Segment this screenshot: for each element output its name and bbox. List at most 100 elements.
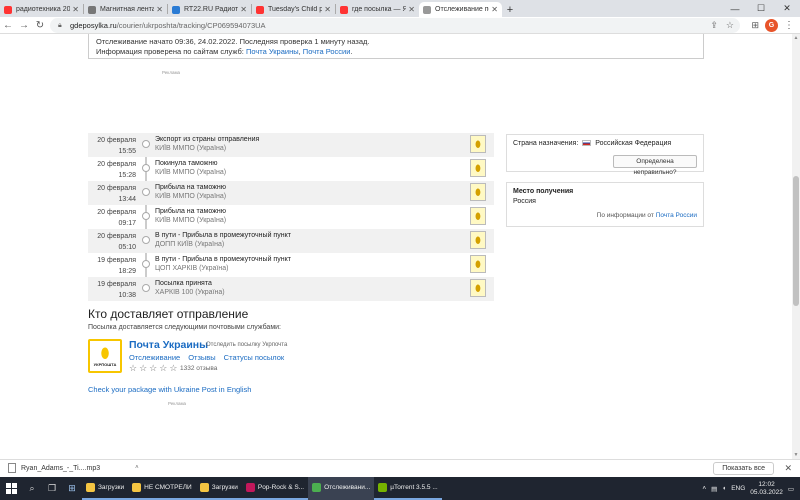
reload-icon[interactable]: ↻ (32, 17, 48, 34)
russia-flag-icon (582, 140, 592, 147)
event-date: 20 февраля (97, 209, 136, 216)
map-pin-icon[interactable]: ⬮ (470, 159, 486, 177)
tab-label: RT22.RU Радиотехника 20 века (184, 6, 239, 13)
close-tab-icon[interactable]: ✕ (72, 5, 79, 14)
close-tab-icon[interactable]: ✕ (408, 5, 415, 14)
event-date: 20 февраля (97, 161, 136, 168)
event-place: КИЇВ ММПО (Україна) (155, 193, 227, 200)
carriers-subtitle: Посылка доставляется следующими почтовым… (88, 324, 281, 331)
avatar[interactable]: G (765, 19, 778, 32)
address-bar[interactable]: 🔒︎ gdeposylka.ru/courier/ukrposhta/track… (50, 18, 740, 33)
chevron-up-icon[interactable]: ˄ (702, 485, 706, 492)
app-label: Pop-Rock & S... (257, 484, 305, 491)
menu-kebab-icon[interactable]: ⋮ (784, 20, 794, 31)
ukrposhta-link[interactable]: Почта Украины (246, 47, 299, 56)
map-pin-icon[interactable]: ⬮ (470, 207, 486, 225)
event-place: ДОПП КИЇВ (Україна) (155, 241, 225, 248)
browser-tab[interactable]: Магнитная лента - Страница 4✕ (84, 2, 167, 17)
yandex-icon (4, 5, 12, 14)
close-tab-icon[interactable]: ✕ (240, 5, 247, 14)
timeline-dot (142, 140, 150, 148)
extension-icon[interactable]: ⊞ (751, 20, 759, 31)
receipt-place-card: Место получения Россия По информации от … (506, 182, 704, 227)
download-item[interactable]: Ryan_Adams_-_Ti....mp3 ˄ (0, 463, 139, 473)
close-tab-icon[interactable]: ✕ (491, 5, 498, 14)
omnibox-actions: ⇪ ☆ (710, 20, 734, 31)
close-download-bar-icon[interactable]: ✕ (784, 463, 792, 474)
close-tab-icon[interactable]: ✕ (156, 5, 163, 14)
scroll-down-icon[interactable]: ▼ (792, 451, 800, 459)
event-datetime: 20 февраля 13:44 (88, 181, 136, 205)
map-pin-icon[interactable]: ⬮ (470, 183, 486, 201)
tab-label: где посылка — Яндекс: нашлось (352, 6, 407, 13)
tab-label: Магнитная лента - Страница 4 (100, 6, 155, 13)
statuses-link[interactable]: Статусы посылок (224, 353, 284, 362)
back-arrow-icon[interactable]: ← (0, 17, 16, 34)
service-name-link[interactable]: Почта Украины (129, 339, 208, 351)
tracking-event: 20 февраля 05:10 В пути - Прибыла в промеж… (88, 229, 494, 253)
taskbar-app[interactable]: НЕ СМОТРЕЛИ (128, 477, 196, 500)
browser-tab[interactable]: RT22.RU Радиотехника 20 века✕ (168, 2, 251, 17)
taskbar-app[interactable]: µTorrent 3.5.5 ... (374, 477, 442, 500)
notifications-icon[interactable]: ▭ (788, 485, 794, 493)
event-datetime: 19 февраля 10:38 (88, 277, 136, 301)
taskbar-app[interactable]: Загрузки (82, 477, 129, 500)
map-pin-icon[interactable]: ⬮ (470, 255, 486, 273)
verified-by-text: Информация проверена по сайтам служб: По… (96, 47, 696, 57)
forward-arrow-icon[interactable]: → (16, 17, 32, 34)
event-title: Экспорт из страны отправления (155, 136, 260, 143)
ukrposhta-logo[interactable]: ⬮ УКРПОШТА (88, 339, 122, 373)
browser-tab[interactable]: Отслеживание посылки Почта✕ (419, 2, 502, 17)
english-tracking-link[interactable]: Check your package with Ukraine Post in … (88, 385, 251, 394)
event-date: 20 февраля (97, 137, 136, 144)
close-window-icon[interactable]: ✕ (774, 0, 800, 17)
windows-taskbar: ⌕ ❐ ⊞ Загрузки НЕ СМОТРЕЛИ Загрузки Pop-Roc… (0, 477, 800, 500)
star-icon: ☆ (169, 363, 178, 373)
volume-icon[interactable]: ◖ (722, 485, 726, 492)
task-view-icon[interactable]: ❐ (42, 477, 62, 500)
network-icon[interactable]: ▤ (711, 485, 717, 493)
store-icon[interactable]: ⊞ (62, 477, 82, 500)
yandex-icon (256, 5, 264, 14)
map-pin-icon[interactable]: ⬮ (470, 279, 486, 297)
window-controls: — ☐ ✕ (722, 0, 800, 17)
receipt-source: По информации от Почта России (597, 212, 697, 219)
event-title: Покинула таможню (155, 160, 218, 167)
clock[interactable]: 12:02 05.03.2022 (750, 481, 783, 497)
map-pin-icon[interactable]: ⬮ (470, 231, 486, 249)
reviews-link[interactable]: Отзывы (188, 353, 215, 362)
rating-stars: ☆ ☆ ☆ ☆ ☆ (129, 363, 177, 374)
map-pin-icon[interactable]: ⬮ (470, 135, 486, 153)
timeline-dot (142, 236, 150, 244)
scroll-thumb[interactable] (793, 176, 799, 306)
taskbar-app[interactable]: Отслеживани... (308, 477, 375, 500)
share-icon[interactable]: ⇪ (710, 20, 718, 31)
tracking-link[interactable]: Отслеживание (129, 353, 180, 362)
taskbar-app[interactable]: Pop-Rock & S... (241, 477, 309, 500)
russian-post-link[interactable]: Почта России (303, 47, 351, 56)
receipt-source-prefix: По информации от (596, 212, 656, 219)
receipt-source-link[interactable]: Почта России (656, 212, 697, 219)
browser-tab[interactable]: радиотехника 20-го века — Я...✕ (0, 2, 83, 17)
scroll-up-icon[interactable]: ▲ (792, 34, 800, 42)
star-icon: ☆ (159, 363, 168, 373)
taskbar-app[interactable]: Загрузки (195, 477, 242, 500)
close-tab-icon[interactable]: ✕ (324, 5, 331, 14)
new-tab-button[interactable]: + (502, 2, 518, 17)
event-title: Посылка принята (155, 280, 212, 287)
chevron-up-icon[interactable]: ˄ (135, 465, 139, 471)
show-all-downloads-button[interactable]: Показать все (713, 462, 774, 475)
event-text: Прибыла на таможню КИЇВ ММПО (Україна) (155, 207, 226, 225)
page-scrollbar[interactable]: ▲ ▼ (792, 34, 800, 459)
browser-tab[interactable]: Tuesday's Child pic Free the Lig✕ (252, 2, 335, 17)
language-indicator[interactable]: ENG (731, 485, 745, 492)
star-icon: ☆ (149, 363, 158, 373)
browser-tab[interactable]: где посылка — Яндекс: нашлось✕ (336, 2, 419, 17)
wrong-destination-button[interactable]: Определена неправильно? (613, 155, 697, 176)
bookmark-star-icon[interactable]: ☆ (726, 20, 734, 31)
address-path: /courier/ukrposhta/tracking/CP069594073U… (116, 21, 266, 30)
maximize-icon[interactable]: ☐ (748, 0, 774, 17)
search-icon[interactable]: ⌕ (22, 477, 42, 500)
start-button[interactable] (0, 477, 22, 500)
minimize-icon[interactable]: — (722, 0, 748, 17)
